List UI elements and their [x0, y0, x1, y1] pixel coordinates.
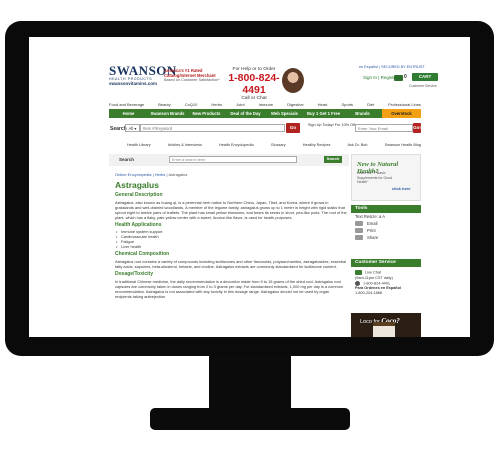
section-paragraph: Astragalus root contains a variety of co…: [115, 259, 346, 269]
order-help: For Help or to Order 1-800-824-4491 Call…: [226, 67, 282, 101]
email-signup-input[interactable]: Enter Your Email: [355, 124, 413, 132]
library-search-input[interactable]: Enter a search term: [169, 156, 297, 163]
tab-recipes[interactable]: Healthy Recipes: [303, 143, 331, 150]
section-paragraph: Astragalus, also known as huang qi, is a…: [115, 200, 347, 220]
monitor-stand-neck: [209, 356, 291, 410]
spanish-orders-phone[interactable]: 1-800-204-1886: [351, 291, 421, 296]
page-title: Astragalus: [115, 180, 159, 190]
nav-home[interactable]: Home: [109, 111, 148, 116]
breadcrumb: Online Encyclopedia | Herbs | Astragalus: [115, 172, 188, 177]
email-signup-text: Sign Up Today! For 10% Off: [308, 123, 356, 127]
customer-service-link[interactable]: Customer Service: [409, 84, 437, 88]
category-link[interactable]: Beauty: [158, 102, 170, 107]
share-icon: [355, 235, 363, 241]
nav-overstock[interactable]: Overstock: [382, 109, 421, 118]
customer-service-panel: Customer Service Live Chat (9am-11pm CST…: [351, 259, 421, 296]
breadcrumb-current: Astragalus: [168, 172, 188, 177]
site-search-row: Search All ▾ Item #/Keyword Go Sign Up T…: [109, 123, 421, 135]
tool-share[interactable]: Share: [351, 235, 421, 241]
customer-phone-number: 1-800-824-4491: [363, 281, 391, 285]
envelope-icon: [355, 221, 363, 227]
category-nav: Food and Beverage Beauty CoQ10 Herbs Joi…: [109, 100, 421, 108]
article-content: Online Encyclopedia | Herbs | Astragalus…: [115, 172, 347, 301]
nav-new-products[interactable]: New Products: [187, 111, 226, 116]
phone-icon: [355, 280, 360, 286]
promo-subtitle: Learn the "7 Basic Supplements for Good …: [357, 171, 393, 184]
promo-click-here-link[interactable]: click here: [392, 186, 410, 191]
ad-headline-prefix: Loco: [360, 319, 372, 325]
list-item: Liver health: [115, 244, 347, 249]
site-header: SWANSON HEALTH PRODUCTS swansonvitamins.…: [29, 37, 470, 101]
tools-heading: Tools: [351, 205, 421, 213]
library-search-button[interactable]: Search: [324, 156, 342, 163]
main-nav-bar: Home Swanson Brands New Products Deal of…: [109, 109, 421, 118]
natural-health-promo[interactable]: New to Natural Health? Learn the "7 Basi…: [351, 154, 421, 201]
nav-deal-of-the-day[interactable]: Deal of the Day: [226, 111, 265, 116]
swanson-logo[interactable]: SWANSON HEALTH PRODUCTS swansonvitamins.…: [109, 63, 177, 86]
tagline-red: America's #1 Rated Catalog/Internet Merc…: [164, 68, 216, 78]
printer-icon: [355, 228, 363, 234]
section-heading: General Description: [115, 192, 163, 198]
monitor-stand-base: [150, 408, 350, 430]
header-tagline: America's #1 Rated Catalog/Internet Merc…: [164, 68, 224, 83]
customer-rep-photo: [282, 68, 304, 93]
library-search-label: Search: [119, 157, 135, 162]
language-secured-links[interactable]: en Español | SECURED BY ENTRUST: [359, 65, 425, 69]
search-scope-select[interactable]: All ▾: [125, 124, 140, 132]
search-go-button[interactable]: Go: [286, 123, 300, 133]
tool-label: Share: [367, 235, 379, 240]
category-link[interactable]: Digestive: [287, 102, 303, 107]
category-link[interactable]: Sports: [341, 102, 353, 107]
product-jar-image: [373, 322, 395, 337]
cart-icon[interactable]: [394, 75, 403, 81]
section-heading: Chemical Composition: [115, 251, 170, 257]
nav-swanson-brands[interactable]: Swanson Brands: [148, 111, 187, 116]
search-input[interactable]: Item #/Keyword: [140, 124, 285, 132]
nav-brands[interactable]: Brands: [343, 111, 382, 116]
tool-print[interactable]: Print: [351, 228, 421, 234]
tool-email[interactable]: Email: [351, 221, 421, 227]
chat-icon: [355, 270, 362, 275]
text-resize-control[interactable]: Text Resize: a A: [351, 214, 421, 220]
tagline-gray: Based on Customer Satisfaction*: [164, 78, 220, 82]
coconut-oil-ad[interactable]: Loco for Coco?: [351, 313, 421, 337]
library-search-bar: Search Enter a search term Search: [109, 154, 349, 166]
category-link[interactable]: Professional Lines: [388, 102, 421, 107]
tab-health-library[interactable]: Health Library: [127, 143, 151, 150]
section-paragraph: In traditional Chinese medicine, the dai…: [115, 279, 344, 299]
tool-label: Email: [367, 221, 378, 226]
section-heading: Health Applications: [115, 222, 162, 228]
breadcrumb-herbs[interactable]: Herbs: [155, 172, 166, 177]
customer-service-heading: Customer Service: [351, 259, 421, 267]
tools-panel: Tools Text Resize: a A Email Print Share: [351, 205, 421, 241]
monitor-screen: SWANSON HEALTH PRODUCTS swansonvitamins.…: [29, 37, 470, 337]
tab-glossary[interactable]: Glossary: [271, 143, 286, 150]
live-chat-label: Live Chat: [365, 270, 382, 275]
tab-blog[interactable]: Swanson Health Blog: [385, 143, 421, 150]
category-link[interactable]: Immune: [259, 102, 273, 107]
tab-encyclopedia[interactable]: Health Encyclopedia: [219, 143, 254, 150]
breadcrumb-encyclopedia[interactable]: Online Encyclopedia: [115, 172, 151, 177]
category-link[interactable]: Herbs: [211, 102, 222, 107]
tab-articles[interactable]: Articles & Interviews: [168, 143, 202, 150]
category-link[interactable]: Food and Beverage: [109, 102, 144, 107]
tab-ask-dr-bob[interactable]: Ask Dr. Bob: [347, 143, 367, 150]
tool-label: Print: [367, 228, 376, 233]
logo-wordmark: SWANSON: [109, 63, 177, 78]
health-library-tabs: Health Library Articles & Interviews Hea…: [127, 143, 421, 150]
category-link[interactable]: Diet: [367, 102, 374, 107]
logo-url: swansonvitamins.com: [109, 81, 158, 86]
nav-web-specials[interactable]: Web Specials: [265, 111, 304, 116]
category-link[interactable]: CoQ10: [185, 102, 198, 107]
category-link[interactable]: Heart: [318, 102, 328, 107]
section-heading: Dosage/Toxicity: [115, 271, 153, 277]
category-link[interactable]: Joint: [236, 102, 244, 107]
cart-count: 0: [404, 74, 407, 80]
email-signup-button[interactable]: Go!: [413, 123, 421, 133]
nav-buy1-get1[interactable]: Buy 1 Get 1 Free: [304, 111, 343, 116]
order-phone[interactable]: 1-800-824-4491: [226, 72, 282, 96]
signin-register-link[interactable]: Sign In | Register: [363, 75, 397, 80]
cart-button[interactable]: CART: [412, 73, 438, 81]
